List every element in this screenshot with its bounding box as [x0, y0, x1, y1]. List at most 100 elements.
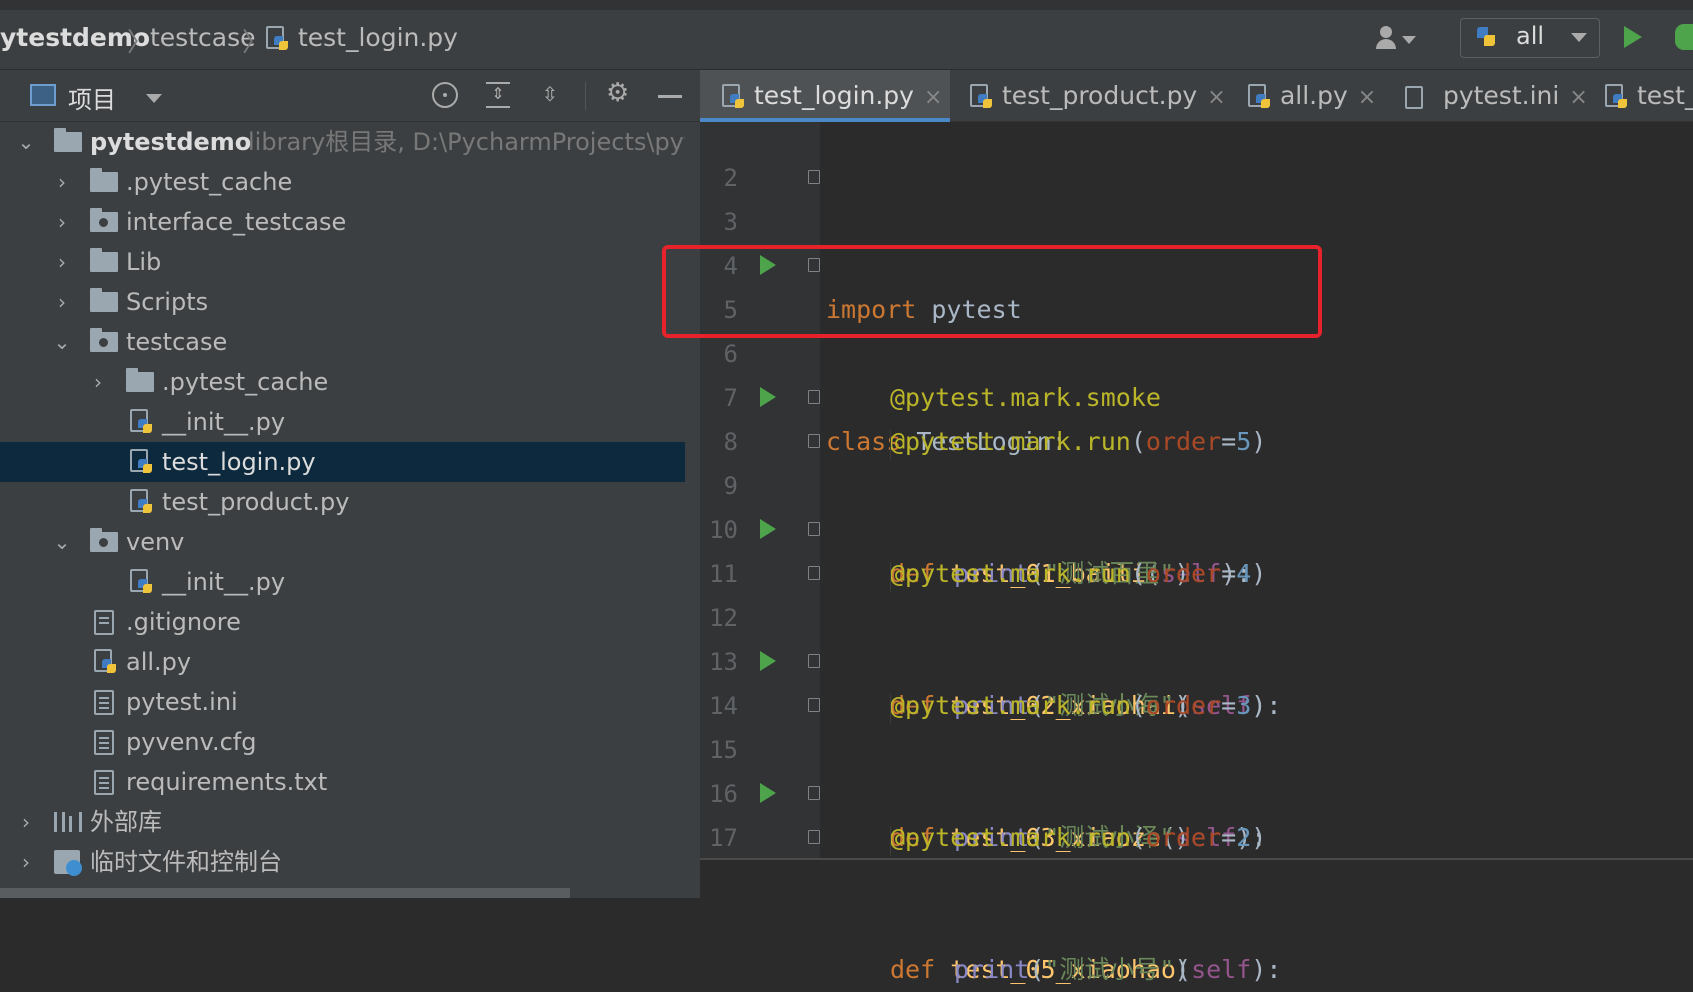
chevron-right-icon[interactable]: › — [16, 802, 36, 842]
tree-item[interactable]: ⌄ testcase — [0, 322, 700, 362]
tree-item-label: .pytest_cache — [162, 368, 329, 396]
horizontal-scrollbar[interactable] — [0, 888, 570, 898]
code-line[interactable]: 18 print("测试小号") — [700, 816, 1693, 984]
tree-item[interactable]: › Lib — [0, 242, 700, 282]
fold-icon[interactable] — [808, 170, 820, 184]
chevron-right-icon[interactable]: › — [52, 162, 72, 202]
chevron-right-icon[interactable]: › — [88, 362, 108, 402]
collapse-all-icon[interactable]: ⇳ — [538, 82, 562, 108]
tree-item-label: __init__.py — [162, 408, 286, 436]
minimize-icon[interactable] — [658, 95, 682, 98]
panel-splitter[interactable] — [685, 122, 700, 898]
tree-item[interactable]: › .pytest_cache — [0, 362, 700, 402]
gear-icon[interactable]: ⚙ — [606, 78, 629, 108]
tree-item[interactable]: __init__.py — [0, 402, 700, 442]
code-line[interactable]: 8 def test_01_baili(self): — [700, 376, 1693, 588]
tree-item[interactable]: all.py — [0, 642, 700, 682]
tree-item[interactable]: requirements.txt — [0, 762, 700, 802]
navigation-bar: ytestdemo 〉 testcase 〉 test_login.py all — [0, 0, 1693, 70]
tree-item[interactable]: pytest.ini — [0, 682, 700, 722]
python-file-icon — [94, 649, 118, 675]
folder-icon — [90, 168, 118, 192]
code-line[interactable]: 13 @pytest.mark.run(order=3) — [700, 596, 1693, 720]
close-icon[interactable]: × — [1358, 85, 1376, 110]
python-file-icon — [130, 449, 154, 475]
chevron-right-icon[interactable]: › — [16, 842, 36, 882]
code-line[interactable]: 16 @pytest.mark.run(order=2) — [700, 728, 1693, 852]
run-config-label: all — [1516, 22, 1545, 50]
code-line[interactable]: 4 — [700, 200, 1693, 280]
debug-icon[interactable] — [1675, 24, 1693, 50]
divider — [585, 82, 586, 110]
code-line[interactable]: 10 @pytest.mark.run(order=4) — [700, 464, 1693, 588]
fold-icon[interactable] — [808, 522, 820, 536]
chevron-right-icon[interactable]: › — [52, 242, 72, 282]
tree-item[interactable]: › interface_testcase — [0, 202, 700, 242]
code-line[interactable]: 17 def test_05_xiaohao(self): — [700, 772, 1693, 984]
fold-icon[interactable] — [808, 654, 820, 668]
close-icon[interactable]: × — [1207, 85, 1225, 110]
fold-end-icon[interactable] — [808, 698, 820, 712]
expand-all-icon[interactable]: ⇕ — [486, 82, 510, 108]
python-file-icon — [970, 84, 994, 110]
run-gutter-icon[interactable] — [760, 783, 776, 803]
tree-item-label: all.py — [126, 648, 192, 676]
tab-label: test_ — [1636, 81, 1693, 110]
library-icon — [54, 812, 82, 832]
project-panel-title[interactable]: 项目 — [68, 80, 116, 115]
tab-label: pytest.ini — [1442, 81, 1560, 110]
text-file-icon — [94, 690, 114, 715]
module-folder-icon — [90, 328, 118, 352]
run-gutter-icon[interactable] — [760, 519, 776, 539]
chevron-down-icon[interactable] — [146, 94, 162, 103]
root-name: pytestdemo — [90, 128, 252, 156]
code-line[interactable]: 12 print("测试小海") — [700, 552, 1693, 720]
fold-end-icon[interactable] — [808, 434, 820, 448]
fold-end-icon[interactable] — [808, 830, 820, 844]
tree-item[interactable]: __init__.py — [0, 562, 700, 602]
tree-item-label: .pytest_cache — [126, 168, 293, 196]
run-gutter-icon[interactable] — [760, 651, 776, 671]
code-line[interactable]: 2 — [700, 112, 1693, 192]
fold-icon[interactable] — [808, 390, 820, 404]
tree-item[interactable]: › .pytest_cache — [0, 162, 700, 202]
code-line[interactable]: 3 import pytest — [700, 156, 1693, 324]
tree-item[interactable]: › 外部库 — [0, 802, 700, 842]
close-icon[interactable]: × — [924, 85, 942, 110]
chevron-down-icon[interactable]: ⌄ — [52, 322, 72, 362]
user-icon[interactable] — [1376, 26, 1420, 52]
tree-root[interactable]: ⌄ pytestdemo library根目录, D:\PycharmProje… — [0, 122, 708, 162]
scratches-icon — [54, 850, 82, 876]
code-text: print("测试小号") — [954, 955, 1190, 984]
indent-guide — [890, 562, 891, 592]
close-icon[interactable]: × — [1569, 85, 1587, 110]
tree-item-label: test_login.py — [162, 448, 316, 476]
tree-item-label: pytest.ini — [126, 688, 238, 716]
play-icon[interactable] — [1624, 26, 1642, 48]
code-line[interactable]: 14 def test_03_xiaoze(self): — [700, 640, 1693, 852]
chevron-down-icon[interactable]: ⌄ — [52, 522, 72, 562]
tree-item[interactable]: pyvenv.cfg — [0, 722, 700, 762]
python-file-icon — [1605, 84, 1629, 110]
tree-item[interactable]: › 临时文件和控制台 — [0, 842, 700, 882]
fold-end-icon[interactable] — [808, 566, 820, 580]
breadcrumb-file[interactable]: test_login.py — [266, 20, 458, 56]
tree-item[interactable]: ⌄ venv — [0, 522, 700, 562]
chevron-right-icon[interactable]: › — [52, 202, 72, 242]
breadcrumb-folder[interactable]: testcase — [150, 20, 255, 56]
tree-item[interactable]: › Scripts — [0, 282, 700, 322]
fold-icon[interactable] — [808, 786, 820, 800]
run-config-select[interactable]: all — [1460, 18, 1600, 58]
indent-guide — [890, 694, 891, 724]
code-line[interactable]: 11 def test_02_xiaohai(self): — [700, 508, 1693, 720]
locate-icon[interactable] — [432, 82, 458, 108]
chevron-right-icon[interactable]: › — [52, 282, 72, 322]
code-line[interactable]: 9 print("测试百里") — [700, 420, 1693, 588]
tree-item-selected[interactable]: test_login.py — [0, 442, 700, 482]
tree-item[interactable]: .gitignore — [0, 602, 700, 642]
run-gutter-icon[interactable] — [760, 387, 776, 407]
tree-item[interactable]: test_product.py — [0, 482, 700, 522]
code-line[interactable]: 7 @pytest.mark.run(order=5) — [700, 332, 1693, 456]
chevron-down-icon[interactable]: ⌄ — [16, 122, 36, 162]
code-line[interactable]: 15 print("测试小泽") — [700, 684, 1693, 852]
